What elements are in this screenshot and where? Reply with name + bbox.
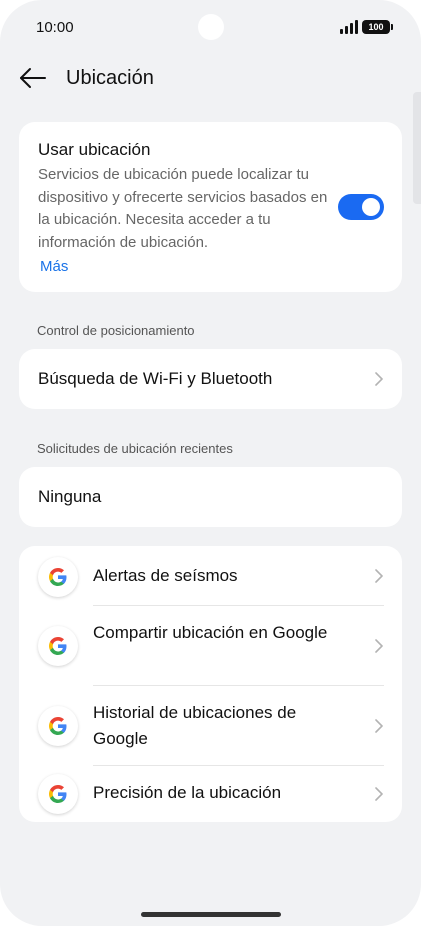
google-item-label: Historial de ubicaciones de Google	[93, 703, 297, 748]
google-item-location-accuracy[interactable]: Precisión de la ubicación	[19, 766, 402, 822]
status-bar: 10:00 100	[0, 0, 421, 56]
use-location-description: Servicios de ubicación puede localizar t…	[38, 166, 328, 251]
google-item-location-history[interactable]: Historial de ubicaciones de Google	[19, 686, 402, 766]
recent-requests-card: Ninguna	[19, 467, 402, 527]
signal-icon	[340, 20, 360, 34]
wifi-bluetooth-label: Búsqueda de Wi-Fi y Bluetooth	[38, 369, 273, 388]
battery-icon: 100	[362, 20, 393, 34]
google-item-label: Precisión de la ubicación	[93, 783, 282, 802]
chevron-right-icon	[375, 372, 383, 386]
google-icon	[38, 706, 78, 746]
screen: 10:00 100 Ubicación Usar ubicación Servi…	[0, 0, 421, 926]
use-location-toggle[interactable]	[338, 194, 384, 220]
wifi-bluetooth-scan-row[interactable]: Búsqueda de Wi-Fi y Bluetooth	[19, 349, 402, 409]
google-item-earthquake-alerts[interactable]: Alertas de seísmos	[19, 546, 402, 606]
google-icon	[38, 774, 78, 814]
use-location-title: Usar ubicación	[38, 140, 151, 159]
recent-requests-label: Solicitudes de ubicación recientes	[37, 441, 233, 456]
google-icon	[38, 557, 78, 597]
back-arrow-icon[interactable]	[18, 64, 48, 92]
scrollbar[interactable]	[413, 92, 421, 204]
use-location-card[interactable]: Usar ubicación Servicios de ubicación pu…	[19, 122, 402, 292]
status-time: 10:00	[36, 19, 74, 36]
google-icon	[38, 626, 78, 666]
more-link[interactable]: Más	[40, 258, 68, 275]
positioning-section-label: Control de posicionamiento	[37, 323, 195, 338]
google-item-share-location[interactable]: Compartir ubicación en Google	[19, 606, 402, 686]
chevron-right-icon	[375, 639, 383, 653]
recent-none-text: Ninguna	[38, 487, 102, 506]
page-title: Ubicación	[66, 67, 154, 89]
google-services-card: Alertas de seísmos Compartir ubicación e…	[19, 546, 402, 822]
chevron-right-icon	[375, 569, 383, 583]
front-camera	[198, 14, 224, 40]
google-item-label: Alertas de seísmos	[93, 566, 238, 585]
chevron-right-icon	[375, 787, 383, 801]
toggle-knob	[362, 198, 380, 216]
google-item-label: Compartir ubicación en Google	[93, 623, 328, 642]
home-indicator[interactable]	[141, 912, 281, 917]
chevron-right-icon	[375, 719, 383, 733]
